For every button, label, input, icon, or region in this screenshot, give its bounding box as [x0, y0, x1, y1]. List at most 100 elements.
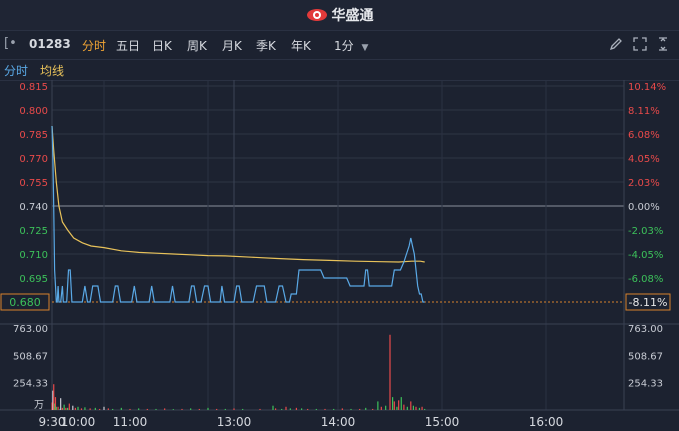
top-title-bar: 华盛通 — [0, 0, 679, 31]
interval-value: 1分 — [334, 39, 354, 53]
volume-bar — [324, 408, 326, 410]
volume-bar — [359, 408, 361, 410]
y-left-tick-label: 0.770 — [19, 154, 48, 165]
tab-monthly-k[interactable]: 月K — [222, 37, 242, 54]
volume-bar — [392, 397, 394, 410]
legend-price: 分时 — [4, 64, 29, 78]
volume-bar — [380, 406, 382, 410]
volume-bar — [418, 407, 421, 410]
brand-logo: 华盛通 — [306, 5, 374, 25]
volume-bar — [301, 408, 303, 410]
volume-bar — [155, 408, 157, 410]
volume-bar — [89, 408, 91, 410]
volume-bar — [61, 407, 63, 410]
volume-bar — [146, 408, 148, 410]
y-right-tick-label: 4.05% — [628, 154, 660, 165]
volume-bar — [80, 408, 83, 410]
volume-bar — [415, 406, 417, 410]
volume-bar — [307, 408, 309, 410]
volume-bar — [129, 408, 131, 410]
volume-bar — [315, 408, 317, 410]
y-right-tick-label: 10.14% — [628, 82, 666, 93]
volume-bar — [281, 408, 283, 410]
volume-left-tick-label: 508.67 — [13, 351, 48, 362]
volume-bar — [94, 407, 96, 410]
volume-bar — [272, 405, 274, 410]
x-tick-label: 14:00 — [321, 415, 356, 429]
volume-bar — [372, 408, 374, 410]
legend-avg: 均线 — [40, 64, 65, 78]
y-right-tick-label: 8.11% — [628, 106, 660, 117]
volume-bar — [406, 406, 408, 410]
volume-unit-label: 万 — [34, 400, 44, 411]
volume-bar — [285, 406, 287, 410]
volume-bar — [68, 403, 70, 410]
current-price-label: 0.680 — [9, 296, 41, 309]
interval-select[interactable]: 1分 ▼ — [334, 37, 368, 54]
volume-right-tick-label: 763.00 — [628, 324, 663, 335]
volume-bar — [138, 408, 140, 410]
price-line — [51, 125, 425, 303]
volume-bar — [389, 334, 391, 410]
volume-bar — [289, 408, 291, 410]
chart-toolbar: [• 01283 分时 五日 日K 周K 月K 季K 年K 1分 ▼ — [0, 31, 679, 60]
volume-bar — [103, 406, 105, 410]
volume-bar — [365, 407, 367, 410]
tab-intraday[interactable]: 分时 — [82, 37, 106, 54]
volume-bar — [233, 408, 235, 410]
y-left-tick-label: 0.710 — [19, 250, 48, 261]
fullscreen-icon[interactable] — [632, 36, 648, 52]
volume-bar — [224, 408, 226, 410]
y-left-tick-label: 0.815 — [19, 82, 48, 93]
intraday-chart[interactable]: 0.815 10.14% 0.800 8.11% 0.785 6.08% 0.770 4.05… — [0, 80, 679, 431]
volume-bar — [242, 408, 244, 410]
expand-panel-icon[interactable] — [655, 36, 671, 52]
volume-bar — [341, 408, 343, 410]
tab-five-day[interactable]: 五日 — [116, 37, 140, 54]
tab-daily-k[interactable]: 日K — [152, 37, 172, 54]
volume-bar — [412, 405, 414, 410]
volume-bar — [63, 404, 65, 410]
tab-weekly-k[interactable]: 周K — [187, 37, 207, 54]
y-left-tick-label: 0.725 — [19, 226, 48, 237]
volume-right-tick-label: 254.33 — [628, 379, 663, 390]
y-left-tick-label: 0.695 — [19, 274, 48, 285]
volume-bar — [172, 409, 174, 410]
volume-left-tick-label: 254.33 — [13, 379, 48, 390]
volume-bar — [350, 408, 352, 410]
volume-bar — [65, 407, 67, 410]
y-right-tick-label: 6.08% — [628, 130, 660, 141]
volume-bar — [396, 406, 398, 410]
volume-bar — [107, 408, 109, 410]
volume-bar — [67, 407, 69, 410]
pencil-icon[interactable] — [608, 36, 624, 52]
y-left-tick-label: 0.785 — [19, 130, 48, 141]
x-tick-label: 10:00 — [61, 415, 96, 429]
volume-bar — [99, 408, 101, 410]
avg-price-line — [51, 125, 425, 263]
volume-bar — [400, 397, 402, 410]
brand-name: 华盛通 — [331, 8, 374, 24]
volume-bar — [424, 408, 426, 410]
volume-bar — [333, 408, 335, 410]
volume-bar — [77, 406, 79, 410]
volume-bar — [421, 406, 423, 410]
volume-bar — [120, 407, 122, 410]
y-right-tick-label: 0.00% — [628, 202, 660, 213]
volume-bar — [72, 405, 74, 410]
volume-bar — [181, 408, 183, 410]
chart-legend: 分时 均线 — [0, 60, 679, 81]
x-tick-label: 16:00 — [529, 415, 564, 429]
volume-bar — [55, 406, 57, 410]
collapse-sidebar-icon[interactable]: [• — [4, 36, 17, 51]
volume-bar — [295, 407, 297, 410]
tab-quarterly-k[interactable]: 季K — [256, 37, 276, 54]
volume-bar — [403, 404, 405, 410]
volume-bar — [112, 408, 114, 410]
volume-left-tick-label: 763.00 — [13, 324, 48, 335]
x-tick-label: 15:00 — [425, 415, 460, 429]
volume-right-tick-label: 508.67 — [628, 351, 663, 362]
volume-bar — [74, 407, 76, 410]
volume-bar — [275, 408, 277, 410]
tab-yearly-k[interactable]: 年K — [291, 37, 311, 54]
